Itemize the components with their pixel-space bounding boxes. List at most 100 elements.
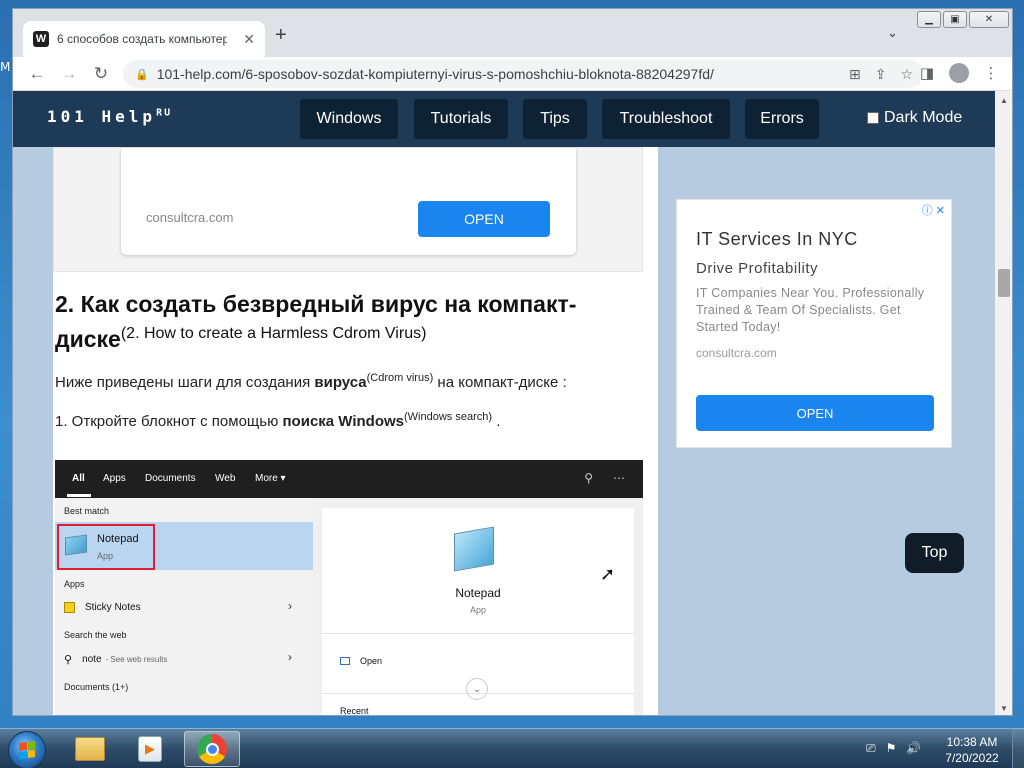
menu-icon[interactable]: ⋮ xyxy=(981,64,1001,82)
active-tab[interactable]: W 6 способов создать компьютерный вирус … xyxy=(23,21,265,57)
side-panel-icon[interactable]: ◨ xyxy=(917,64,937,82)
ad-open-button[interactable]: OPEN xyxy=(418,201,550,237)
minimize-button[interactable]: ▁ xyxy=(917,11,941,28)
lock-icon[interactable]: 🔒 xyxy=(135,68,149,81)
chevron-right-icon: › xyxy=(288,650,292,664)
nav-errors[interactable]: Errors xyxy=(745,99,819,139)
sidebar-ad[interactable]: ⓘ ✕ IT Services In NYC Drive Profitabili… xyxy=(676,199,952,448)
search-tabs-bar: All Apps Documents Web More ▾ ⚲ ⋯ xyxy=(55,460,643,498)
ad-domain[interactable]: consultcra.com xyxy=(146,210,233,225)
ad-open-button[interactable]: OPEN xyxy=(696,395,934,431)
page-viewport: 101 HelpRU Windows Tutorials Tips Troubl… xyxy=(13,91,995,716)
bookmark-star-icon[interactable]: ☆ xyxy=(900,66,913,83)
inline-ad: consultcra.com OPEN xyxy=(53,147,643,272)
back-to-top-button[interactable]: Top xyxy=(905,533,964,573)
ad-card[interactable]: consultcra.com OPEN xyxy=(121,148,576,255)
open-icon xyxy=(340,657,350,665)
profile-avatar[interactable] xyxy=(949,63,969,83)
ad-description[interactable]: IT Companies Near You. Professionally Tr… xyxy=(696,285,926,336)
forward-button[interactable]: → xyxy=(53,64,85,84)
page-scrollbar[interactable]: ▲ ▼ xyxy=(995,91,1012,715)
network-icon[interactable]: ⎚ xyxy=(866,741,876,756)
nav-troubleshoot[interactable]: Troubleshoot xyxy=(602,99,730,139)
toolbar-right: ◨ ⋮ xyxy=(917,63,1001,83)
close-window-button[interactable]: ✕ xyxy=(969,11,1009,28)
translate-icon[interactable]: ⊞ xyxy=(849,66,861,83)
best-match-item: Notepad App xyxy=(55,522,313,570)
tab-strip: W 6 способов создать компьютерный вирус … xyxy=(13,9,1012,57)
search-top-icons: ⚲ ⋯ xyxy=(584,471,625,485)
tab-title: 6 способов создать компьютерный вирус xyxy=(57,32,227,46)
site-logo[interactable]: 101 HelpRU xyxy=(47,107,172,126)
more-options-icon: ⋯ xyxy=(613,471,625,485)
article-content: consultcra.com OPEN 2. Как создать безвр… xyxy=(53,147,658,716)
nav-tutorials[interactable]: Tutorials xyxy=(414,99,508,139)
sticky-notes-item: Sticky Notes xyxy=(64,602,141,613)
system-clock[interactable]: 10:38 AM 7/20/2022 xyxy=(940,734,1004,766)
site-header: 101 HelpRU Windows Tutorials Tips Troubl… xyxy=(13,91,995,147)
taskbar-chrome[interactable] xyxy=(184,731,240,767)
omnibox-actions: ⊞ ⇪ ☆ xyxy=(849,66,913,83)
restore-button[interactable]: ▣ xyxy=(943,11,967,28)
search-tab-documents: Documents xyxy=(145,473,196,484)
search-results-list: Best match Notepad App Apps Sticky Notes… xyxy=(55,498,313,715)
section-heading: 2. Как создать безвредный вирус на компа… xyxy=(55,291,577,352)
tab-search-button[interactable]: ⌄ xyxy=(887,25,898,41)
ad-title[interactable]: IT Services In NYC xyxy=(696,229,858,250)
tab-close-icon[interactable]: ✕ xyxy=(243,31,255,48)
nav-tips[interactable]: Tips xyxy=(523,99,587,139)
windows-logo-icon xyxy=(19,741,35,759)
search-tab-more: More ▾ xyxy=(255,473,286,484)
reload-button[interactable]: ↻ xyxy=(85,64,117,84)
system-tray: ⎚ ⚑ 🔊 xyxy=(866,741,921,756)
dark-mode-checkbox[interactable] xyxy=(867,112,879,124)
media-player-icon: ▶ xyxy=(138,736,162,762)
divider xyxy=(322,693,634,694)
url-text[interactable]: 101-help.com/6-sposobov-sozdat-kompiuter… xyxy=(157,66,817,82)
divider xyxy=(322,633,634,634)
paragraph-step-1: 1. Откройте блокнот с помощью поиска Win… xyxy=(55,411,501,430)
back-button[interactable]: ← xyxy=(21,64,53,84)
sticky-notes-icon xyxy=(64,602,75,613)
search-tab-all: All xyxy=(72,473,85,484)
search-tab-apps: Apps xyxy=(103,473,126,484)
expand-icon: ⌄ xyxy=(466,678,488,700)
feedback-icon: ⚲ xyxy=(584,471,593,485)
search-icon: ⚲ xyxy=(64,654,73,666)
ad-subtitle[interactable]: Drive Profitability xyxy=(696,260,818,277)
chevron-right-icon: › xyxy=(288,599,292,613)
taskbar-explorer[interactable] xyxy=(62,731,118,767)
share-icon[interactable]: ⇪ xyxy=(875,66,887,83)
taskbar-media-player[interactable]: ▶ xyxy=(122,731,178,767)
address-bar[interactable]: 🔒 101-help.com/6-sposobov-sozdat-kompiut… xyxy=(123,60,923,88)
article-screenshot: All Apps Documents Web More ▾ ⚲ ⋯ Best m… xyxy=(55,460,643,716)
action-center-icon[interactable]: ⚑ xyxy=(886,741,897,756)
folder-icon xyxy=(75,737,105,761)
show-desktop-button[interactable] xyxy=(1012,729,1024,768)
new-tab-button[interactable]: + xyxy=(275,25,287,45)
best-match-label: Best match xyxy=(64,506,110,516)
paragraph-intro: Ниже приведены шаги для создания вируса(… xyxy=(55,372,567,391)
scroll-up-icon[interactable]: ▲ xyxy=(995,93,1012,107)
dark-mode-label: Dark Mode xyxy=(884,109,963,126)
volume-icon[interactable]: 🔊 xyxy=(906,741,921,756)
recent-label: Recent xyxy=(340,706,369,716)
documents-label: Documents (1+) xyxy=(64,682,129,692)
scroll-thumb[interactable] xyxy=(998,269,1010,297)
ad-domain[interactable]: consultcra.com xyxy=(696,346,777,360)
dark-mode-toggle[interactable]: Dark Mode xyxy=(867,109,962,127)
clock-time: 10:38 AM xyxy=(946,735,998,749)
search-tab-web: Web xyxy=(215,473,236,484)
start-button[interactable] xyxy=(8,731,46,768)
preview-name: Notepad xyxy=(455,586,501,600)
preview-sub: App xyxy=(469,605,486,615)
ad-choices-icon[interactable]: ⓘ ✕ xyxy=(922,202,945,218)
browser-toolbar: ← → ↻ 🔒 101-help.com/6-sposobov-sozdat-k… xyxy=(13,57,1012,91)
taskbar: ▶ ⎚ ⚑ 🔊 10:38 AM 7/20/2022 xyxy=(0,728,1024,768)
open-action: Open xyxy=(340,656,382,666)
scroll-down-icon[interactable]: ▼ xyxy=(995,701,1012,715)
browser-window: W 6 способов создать компьютерный вирус … xyxy=(12,8,1013,716)
clock-date: 7/20/2022 xyxy=(945,751,999,765)
apps-label: Apps xyxy=(64,579,85,589)
nav-windows[interactable]: Windows xyxy=(300,99,398,139)
